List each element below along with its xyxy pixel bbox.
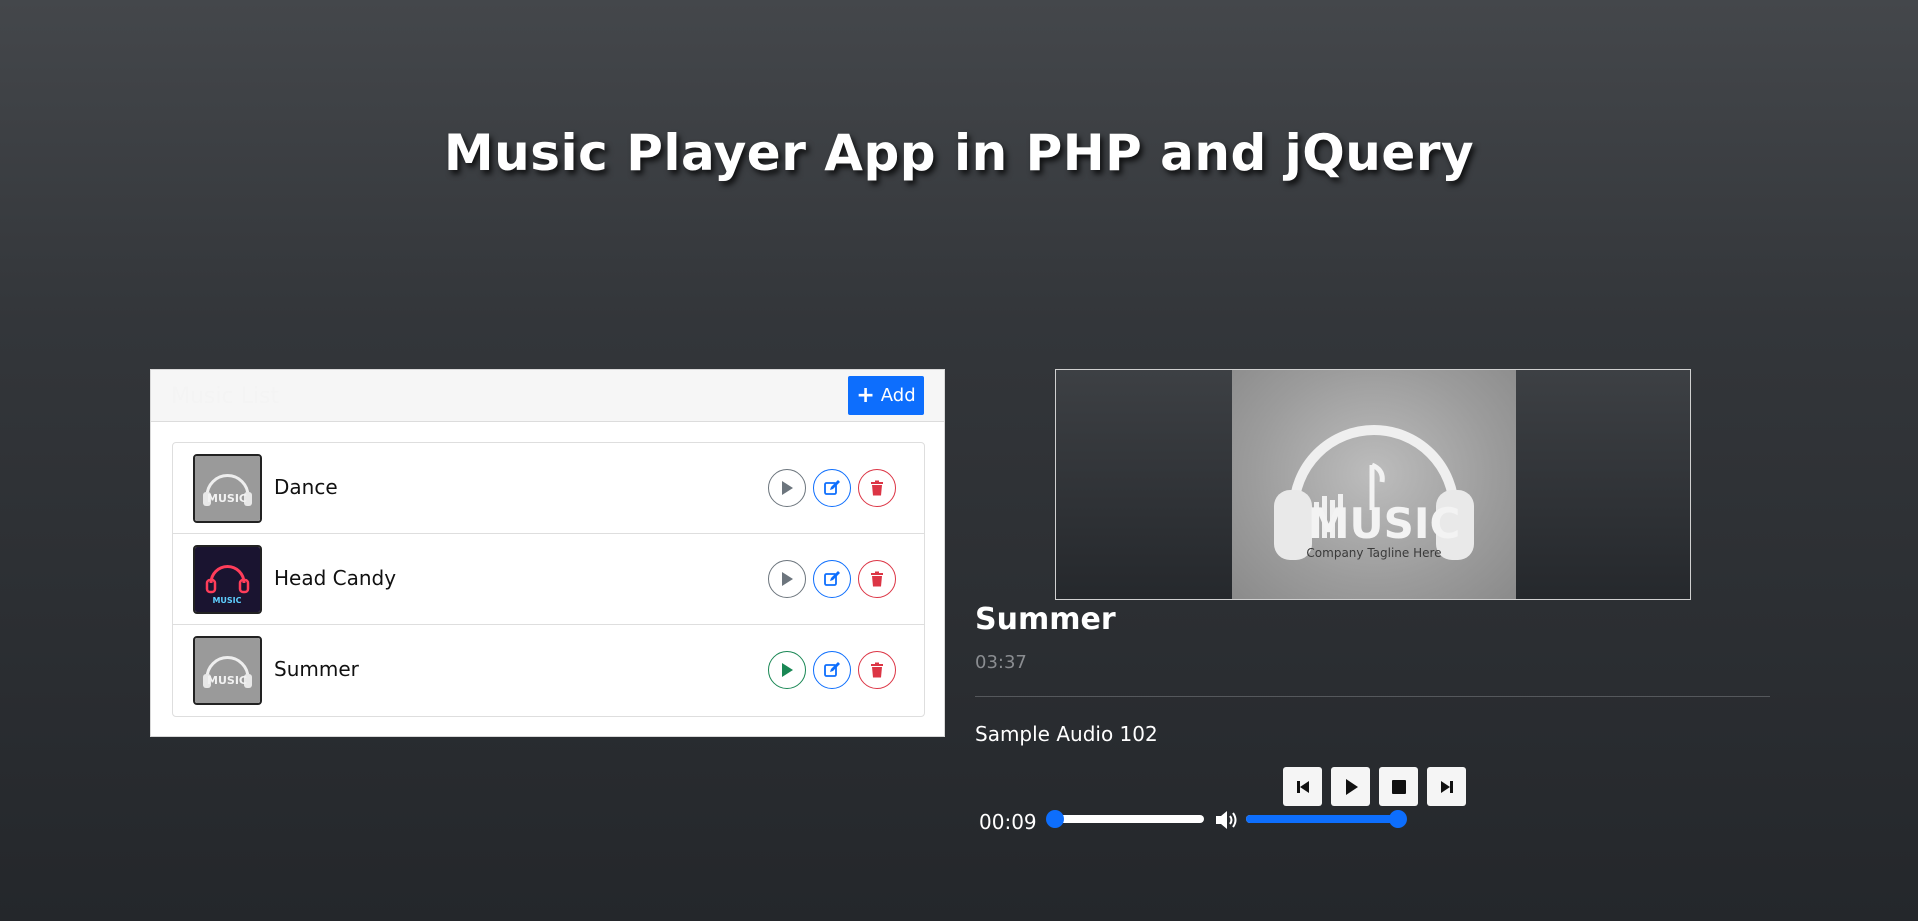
edit-button[interactable] [813, 651, 851, 689]
edit-button[interactable] [813, 560, 851, 598]
svg-text:MUSIC: MUSIC [1308, 499, 1461, 548]
music-list-title: Music List [171, 384, 280, 409]
page-title: Music Player App in PHP and jQuery [443, 124, 1475, 182]
svg-text:MUSIC: MUSIC [207, 492, 247, 505]
list-item: MUSIC Summer [173, 625, 924, 716]
artwork-tagline: Company Tagline Here [1306, 546, 1441, 560]
track-thumbnail: MUSIC [193, 545, 262, 614]
seek-handle[interactable] [1046, 810, 1065, 828]
play-icon [782, 572, 793, 586]
track-name: Head Candy [274, 566, 397, 590]
play-icon [782, 663, 793, 677]
seek-slider[interactable] [1046, 810, 1204, 828]
play-icon [1345, 778, 1358, 795]
track-actions [768, 560, 896, 598]
trash-icon [871, 571, 883, 587]
volume-fill [1246, 815, 1398, 823]
track-name: Dance [274, 475, 338, 499]
play-button[interactable] [1331, 767, 1370, 806]
volume-handle[interactable] [1389, 810, 1407, 828]
svg-text:MUSIC: MUSIC [207, 674, 247, 687]
now-playing-description: Sample Audio 102 [975, 722, 1158, 746]
music-list: MUSIC Dance MUSIC Head Candy MUSIC Summe… [172, 442, 925, 717]
player-controls [1283, 767, 1466, 806]
add-music-button[interactable]: + Add [848, 376, 924, 415]
previous-button[interactable] [1283, 767, 1322, 806]
edit-button[interactable] [813, 469, 851, 507]
stop-icon [1391, 779, 1406, 794]
stop-button[interactable] [1379, 767, 1418, 806]
delete-button[interactable] [858, 651, 896, 689]
player-artwork: MUSIC Company Tagline Here [1232, 370, 1516, 599]
next-button[interactable] [1427, 767, 1466, 806]
list-item: MUSIC Head Candy [173, 534, 924, 625]
trash-icon [871, 662, 883, 678]
add-button-label: Add [880, 385, 916, 406]
play-button[interactable] [768, 560, 806, 598]
music-list-card: Music List + Add MUSIC Dance MUSIC Head … [150, 369, 945, 737]
play-button[interactable] [768, 651, 806, 689]
edit-icon [824, 662, 840, 677]
plus-icon: + [856, 382, 875, 408]
music-list-header: Music List + Add [151, 370, 944, 422]
track-name: Summer [274, 657, 359, 681]
volume-slider[interactable] [1246, 810, 1407, 828]
edit-icon [824, 480, 840, 495]
play-button[interactable] [768, 469, 806, 507]
previous-icon [1296, 780, 1309, 793]
next-icon [1440, 780, 1453, 793]
divider [975, 696, 1770, 697]
trash-icon [871, 480, 883, 496]
track-thumbnail: MUSIC [193, 636, 262, 705]
player-artwork-frame: MUSIC Company Tagline Here [1055, 369, 1691, 600]
track-actions [768, 651, 896, 689]
delete-button[interactable] [858, 469, 896, 507]
track-thumbnail: MUSIC [193, 454, 262, 523]
volume-icon[interactable] [1214, 808, 1240, 832]
svg-text:MUSIC: MUSIC [212, 596, 241, 605]
play-icon [782, 481, 793, 495]
delete-button[interactable] [858, 560, 896, 598]
edit-icon [824, 571, 840, 586]
now-playing-duration: 03:37 [975, 652, 1027, 673]
track-actions [768, 469, 896, 507]
now-playing-title: Summer [975, 602, 1116, 637]
list-item: MUSIC Dance [173, 443, 924, 534]
current-time: 00:09 [979, 810, 1037, 834]
